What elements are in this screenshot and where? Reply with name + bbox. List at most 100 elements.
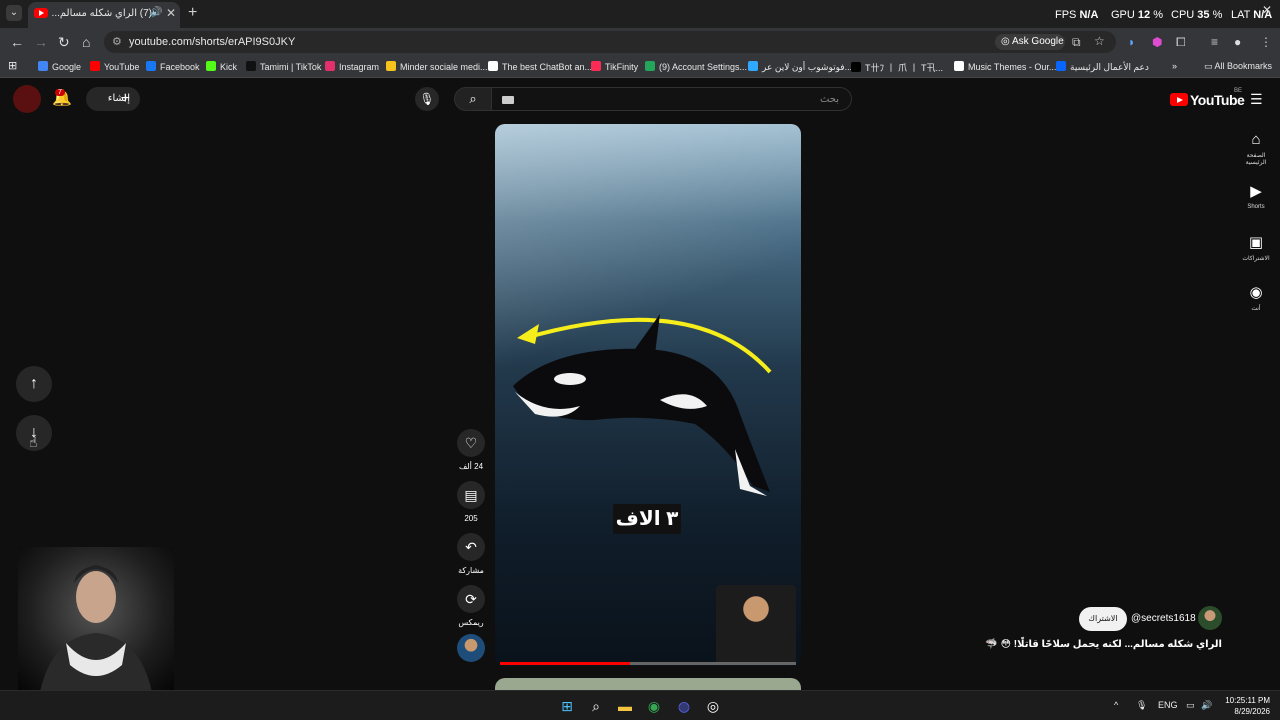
forward-icon[interactable]: →: [34, 34, 48, 50]
reading-list-icon[interactable]: ≡: [1211, 35, 1218, 49]
search-icon[interactable]: ⌕: [586, 696, 606, 716]
bookmarks-overflow-icon[interactable]: »: [1172, 61, 1177, 71]
browser-tab-active[interactable]: (7) الراي شكله مسالم... لكنه 🔊 ✕: [28, 2, 180, 28]
share-button[interactable]: ↶: [457, 533, 485, 561]
tray-overflow-icon[interactable]: ^: [1114, 700, 1118, 710]
tikfinity-icon: [591, 61, 601, 71]
bookmark-star-icon[interactable]: ☆: [1094, 34, 1105, 48]
account-avatar[interactable]: [13, 85, 41, 113]
microphone-icon[interactable]: 🎙: [1136, 700, 1147, 711]
comment-count: 205: [464, 514, 478, 523]
google-icon: [38, 61, 48, 71]
file-explorer-icon[interactable]: ▬: [615, 696, 635, 716]
nav-you[interactable]: ◉ أنت: [1236, 283, 1276, 312]
chrome-icon[interactable]: ◉: [644, 696, 664, 716]
language-indicator[interactable]: ENG: [1158, 700, 1178, 710]
new-tab-button[interactable]: +: [188, 4, 197, 22]
bookmark-google[interactable]: Google: [38, 61, 81, 72]
share-label: مشاركة: [458, 566, 484, 575]
folder-icon: ▭: [1204, 61, 1215, 71]
comments-button[interactable]: ▤: [457, 481, 485, 509]
remix-button[interactable]: ⟳: [457, 585, 485, 613]
bookmark-tikfinity[interactable]: TikFinity: [591, 61, 638, 72]
bookmark-chatbot[interactable]: The best ChatBot an...: [488, 61, 592, 72]
heart-icon: ♡: [464, 435, 478, 451]
remix-icon: ⟳: [465, 591, 477, 607]
music-themes-icon: [954, 61, 964, 71]
tab-close-icon[interactable]: ✕: [166, 6, 176, 20]
x-icon: [851, 62, 861, 72]
bookmark-youtube[interactable]: YouTube: [90, 61, 139, 72]
obs-icon[interactable]: ◎: [703, 696, 723, 716]
bookmark-minder[interactable]: Minder sociale medi...: [386, 61, 488, 72]
date: 8/29/2026: [1234, 707, 1270, 716]
video-progress-fill: [500, 662, 631, 665]
bookmark-x[interactable]: T卄ﾌ 丨 爪 丨 T卂...: [851, 61, 943, 74]
ask-google-button[interactable]: ◎ Ask Google: [995, 34, 1065, 50]
bookmark-photoshop[interactable]: فوتوشوب أون لاين عر...: [748, 61, 852, 73]
volume-icon[interactable]: 🔊: [1201, 700, 1212, 711]
all-bookmarks[interactable]: ▭ All Bookmarks: [1204, 61, 1272, 72]
site-info-icon[interactable]: ⚙: [112, 35, 122, 48]
bookmark-kick[interactable]: Kick: [206, 61, 237, 72]
discord-icon[interactable]: ◍: [674, 696, 694, 716]
search-placeholder: بحث: [819, 94, 839, 105]
nav-home[interactable]: ⌂ الصفحة الرئيسية: [1236, 131, 1276, 166]
next-short-preview[interactable]: [495, 678, 801, 690]
browser-tab-strip: ⌄ (7) الراي شكله مسالم... لكنه 🔊 ✕ + FPS…: [0, 0, 1280, 28]
clock[interactable]: 10:25:11 PM 8/29/2026: [1218, 695, 1270, 717]
install-app-icon[interactable]: ⧉: [1072, 35, 1081, 50]
bookmark-account-settings[interactable]: (9) Account Settings...: [645, 61, 747, 72]
bookmark-instagram[interactable]: Instagram: [325, 61, 379, 72]
like-button[interactable]: ♡: [457, 429, 485, 457]
url-text[interactable]: youtube.com/shorts/erAPI9S0JKY: [129, 36, 295, 48]
orca-body: [513, 348, 770, 492]
bookmark-tiktok[interactable]: Tamimi | TikTok: [246, 61, 321, 72]
address-bar[interactable]: ⚙ youtube.com/shorts/erAPI9S0JKY ◎ Ask G…: [104, 31, 1116, 53]
bookmark-facebook[interactable]: Facebook: [146, 61, 200, 72]
speaker-icon[interactable]: 🔊: [150, 7, 162, 18]
profile-avatar[interactable]: ●: [1234, 35, 1241, 49]
channel-handle[interactable]: @secrets1618: [1131, 613, 1196, 624]
windows-start-icon[interactable]: ⊞: [557, 696, 577, 716]
tab-search-dropdown[interactable]: ⌄: [6, 5, 22, 21]
snapchat-icon: [386, 61, 396, 71]
creator-cartoon-sticker: [716, 585, 796, 665]
bookmark-meta-business[interactable]: دعم الأعمال الرئيسية: [1056, 61, 1149, 73]
notification-count-badge: 7: [55, 89, 65, 96]
subscribe-button[interactable]: الاشتراك: [1079, 607, 1127, 631]
sound-avatar[interactable]: [457, 634, 485, 662]
create-button[interactable]: إنشاء +: [86, 87, 140, 111]
guide-menu-icon[interactable]: ☰: [1250, 91, 1263, 108]
window-close-icon[interactable]: ✕: [1262, 3, 1272, 17]
bookmarks-bar: ⊞ Google YouTube Facebook Kick Tamimi | …: [0, 56, 1280, 78]
nav-shorts[interactable]: ▶ Shorts: [1236, 182, 1276, 210]
gpu-stat: GPU 12 %: [1111, 9, 1163, 21]
voice-search-icon[interactable]: 🎙: [415, 87, 439, 111]
extension-icon[interactable]: ◗: [1128, 35, 1135, 49]
bookmark-music-themes[interactable]: Music Themes - Our...: [954, 61, 1056, 72]
fps-stat: FPS N/A: [1055, 9, 1099, 21]
reload-icon[interactable]: ↻: [58, 34, 70, 51]
back-icon[interactable]: ←: [10, 34, 24, 50]
cpu-stat: CPU 35 %: [1171, 9, 1223, 21]
chrome-menu-icon[interactable]: ⋮: [1260, 35, 1272, 49]
windows-taskbar: ⊞ ⌕ ▬ ◉ ◍ ◎ ^ 🎙 ENG ▭ 🔊 10:25:11 PM 8/29…: [0, 690, 1280, 720]
search-icon[interactable]: ⌕: [454, 87, 492, 111]
plus-icon: +: [120, 90, 130, 107]
nav-subscriptions[interactable]: ▣ الاشتراكات: [1236, 233, 1276, 262]
extension-shield-icon[interactable]: ⬢: [1152, 35, 1162, 49]
network-icon[interactable]: ▭: [1186, 700, 1195, 711]
kick-icon: [206, 61, 216, 71]
previous-short-button[interactable]: ↑: [16, 366, 52, 402]
home-icon[interactable]: ⌂: [82, 34, 90, 50]
orca-eye-patch: [554, 373, 586, 385]
search-input[interactable]: بحث: [492, 87, 852, 111]
remix-label: ريمكس: [458, 618, 484, 627]
extensions-puzzle-icon[interactable]: ⧠: [1176, 35, 1186, 50]
chatbot-icon: [488, 61, 498, 71]
comment-icon: ▤: [464, 487, 478, 503]
channel-avatar[interactable]: [1198, 606, 1222, 630]
apps-grid-icon[interactable]: ⊞: [8, 59, 17, 72]
keyboard-icon[interactable]: [502, 96, 514, 104]
